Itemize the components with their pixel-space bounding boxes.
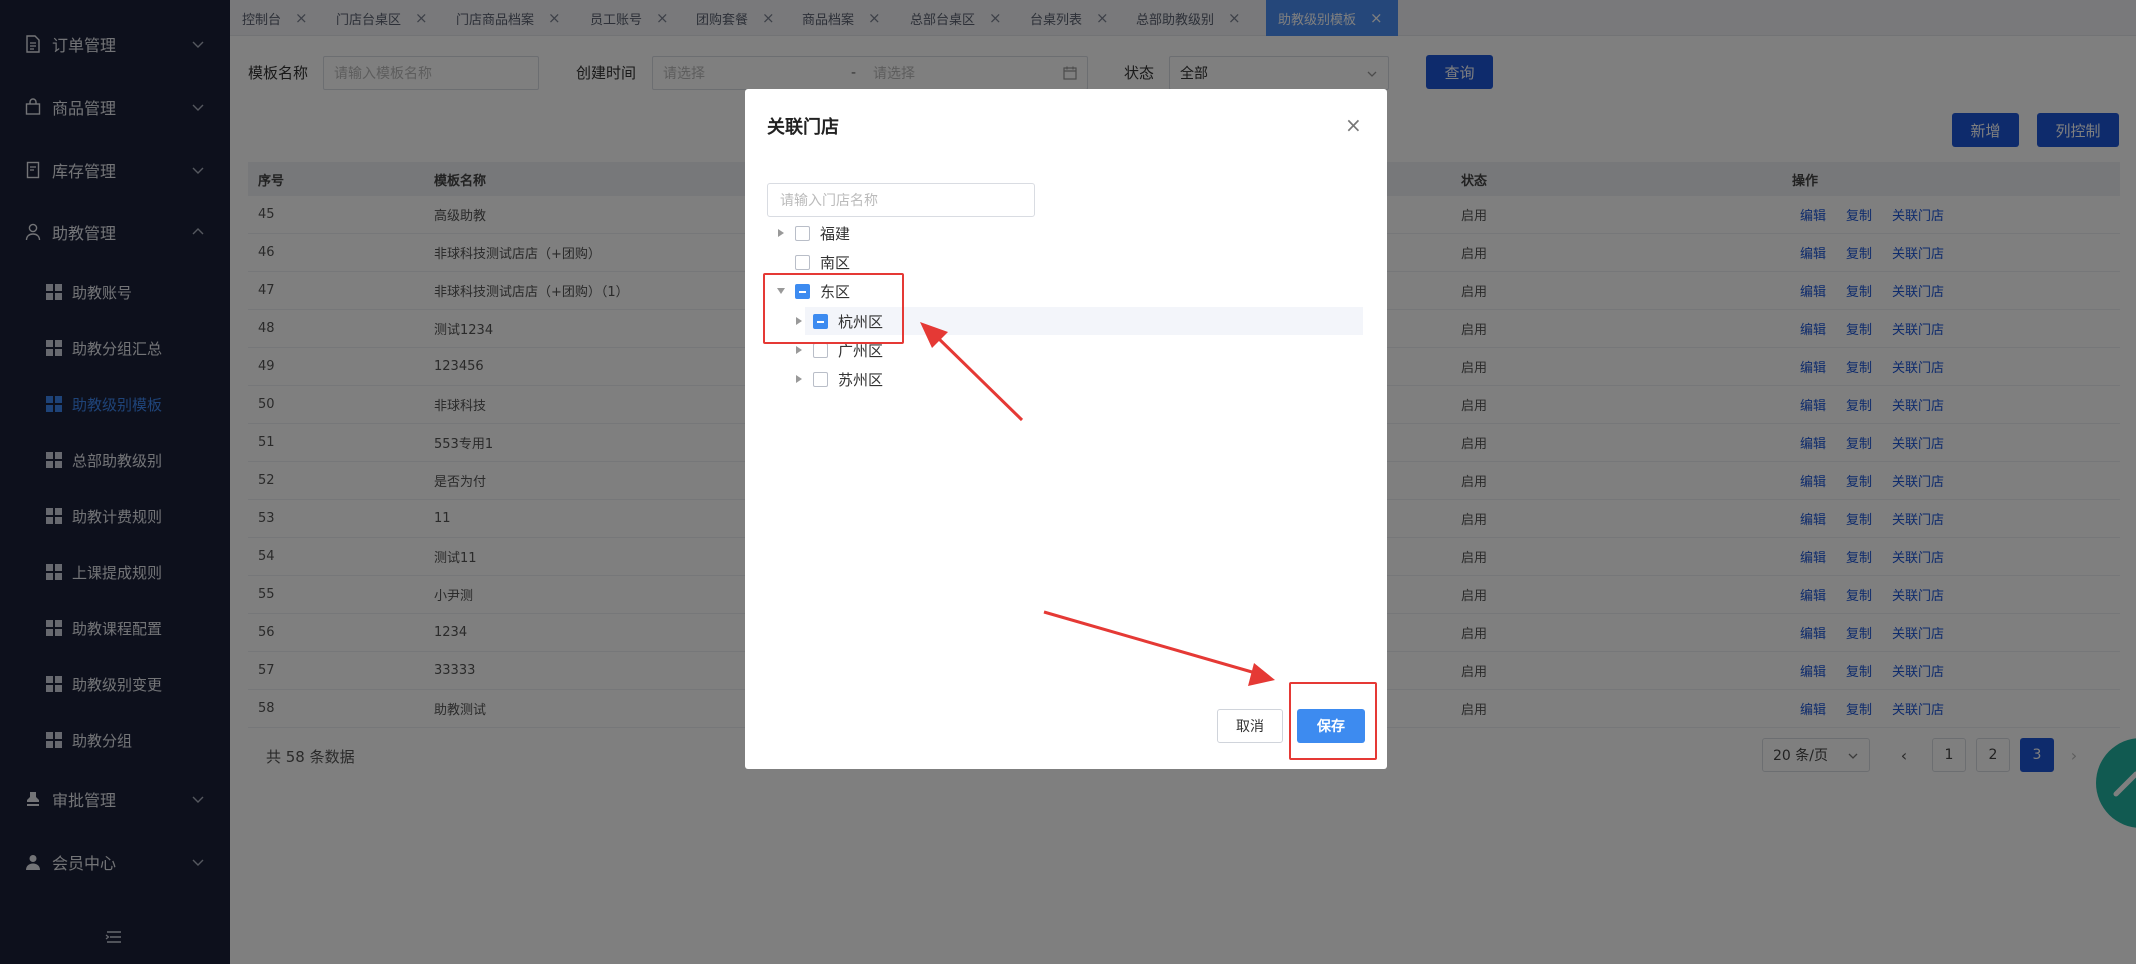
annotation-box-tree xyxy=(763,273,904,344)
dialog-title: 关联门店 xyxy=(767,117,839,138)
annotation-box-save xyxy=(1289,682,1377,760)
tree-node-fujian[interactable]: 福建 xyxy=(775,219,850,247)
cancel-button[interactable]: 取消 xyxy=(1217,709,1283,743)
tree-node-suzhou[interactable]: 苏州区 xyxy=(793,365,883,393)
close-icon[interactable]: × xyxy=(1345,113,1362,137)
tree-checkbox[interactable] xyxy=(795,225,810,241)
tree-node-label: 南区 xyxy=(820,253,851,272)
link-store-dialog: 关联门店 × 请输入门店名称 福建 南区 东区 杭州区 广州区 苏州区 取消 保… xyxy=(745,89,1387,769)
tree-checkbox[interactable] xyxy=(813,371,828,387)
caret-right-icon[interactable] xyxy=(775,227,787,239)
placeholder: 请输入门店名称 xyxy=(780,193,878,209)
tree-checkbox[interactable] xyxy=(795,254,810,270)
tree-checkbox[interactable] xyxy=(813,342,828,358)
caret-spacer xyxy=(775,256,787,268)
caret-right-icon[interactable] xyxy=(793,373,805,385)
tree-node-south[interactable]: 南区 xyxy=(775,248,850,276)
caret-right-icon[interactable] xyxy=(793,344,805,356)
store-search-input[interactable]: 请输入门店名称 xyxy=(767,183,1035,217)
tree-node-label: 福建 xyxy=(820,224,851,243)
tree-node-label: 苏州区 xyxy=(838,370,884,389)
